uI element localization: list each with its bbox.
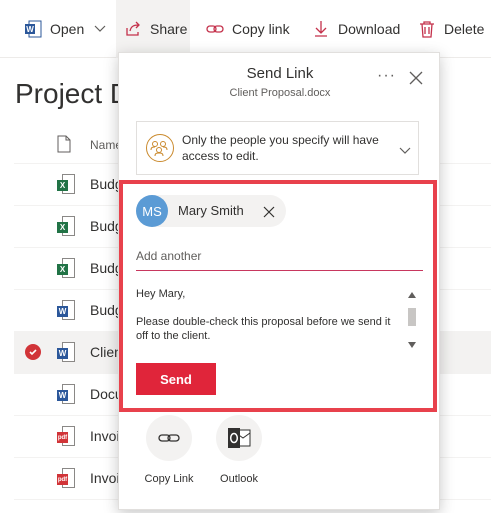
open-label: Open — [50, 21, 85, 37]
app-root: W Open Share Copy link Download Delete P… — [0, 0, 491, 513]
outlook-icon — [216, 415, 262, 461]
pdf-icon: pdf — [57, 426, 75, 448]
recipient-pill[interactable]: MS Mary Smith — [136, 195, 286, 227]
share-button[interactable]: Share — [116, 0, 190, 58]
file-name[interactable]: Invoi — [90, 428, 120, 444]
remove-recipient-icon[interactable] — [263, 205, 275, 218]
checkmark-icon[interactable] — [25, 344, 41, 360]
copy-link-button[interactable]: Copy link — [206, 0, 290, 58]
chevron-down-icon — [94, 22, 106, 36]
scroll-up-icon[interactable] — [408, 292, 416, 298]
copy-link-option-label: Copy Link — [144, 473, 194, 485]
link-icon — [206, 20, 224, 38]
excel-icon: X — [57, 216, 75, 238]
pdf-icon: pdf — [57, 468, 75, 490]
avatar: MS — [136, 195, 168, 227]
share-icon — [124, 20, 142, 38]
svg-text:W: W — [26, 25, 34, 34]
command-bar: W Open Share Copy link Download Delete — [0, 0, 491, 58]
people-icon — [146, 134, 174, 162]
word-icon: W — [24, 20, 42, 38]
excel-icon: X — [57, 174, 75, 196]
word-icon: W — [57, 342, 75, 364]
delete-button[interactable]: Delete — [418, 0, 484, 58]
share-label: Share — [150, 21, 188, 37]
copy-link-label: Copy link — [232, 21, 290, 37]
scrollbar-thumb[interactable] — [408, 308, 416, 326]
message-scrollbar[interactable] — [406, 290, 418, 352]
download-label: Download — [338, 21, 401, 37]
link-icon — [146, 415, 192, 461]
download-icon — [312, 20, 330, 38]
scroll-down-icon[interactable] — [408, 342, 416, 348]
outlook-option-label: Outlook — [220, 473, 258, 485]
more-options-icon[interactable]: ··· — [377, 67, 396, 85]
send-button[interactable]: Send — [136, 363, 216, 395]
outlook-option[interactable]: Outlook — [209, 415, 269, 485]
recipient-name: Mary Smith — [178, 203, 244, 218]
add-another-input[interactable] — [136, 241, 423, 271]
excel-icon: X — [57, 258, 75, 280]
chevron-down-icon — [399, 142, 411, 154]
permission-text: Only the people you specify will have ac… — [182, 133, 379, 163]
panel-subtitle: Client Proposal.docx — [229, 87, 331, 99]
download-button[interactable]: Download — [312, 0, 400, 58]
word-icon: W — [57, 384, 75, 406]
library-title: Project D — [15, 78, 131, 109]
copy-link-option[interactable]: Copy Link — [139, 415, 199, 485]
delete-label: Delete — [444, 21, 485, 37]
message-textarea[interactable] — [136, 287, 404, 353]
file-name[interactable]: Invoi — [90, 470, 120, 486]
permission-selector[interactable]: Only the people you specify will have ac… — [136, 121, 419, 175]
file-type-icon — [57, 135, 75, 157]
trash-icon — [418, 20, 436, 38]
send-link-panel: Send Link Client Proposal.docx ··· Only … — [118, 52, 440, 510]
word-icon: W — [57, 300, 75, 322]
close-icon[interactable] — [409, 71, 423, 85]
open-button[interactable]: W Open — [24, 0, 106, 58]
